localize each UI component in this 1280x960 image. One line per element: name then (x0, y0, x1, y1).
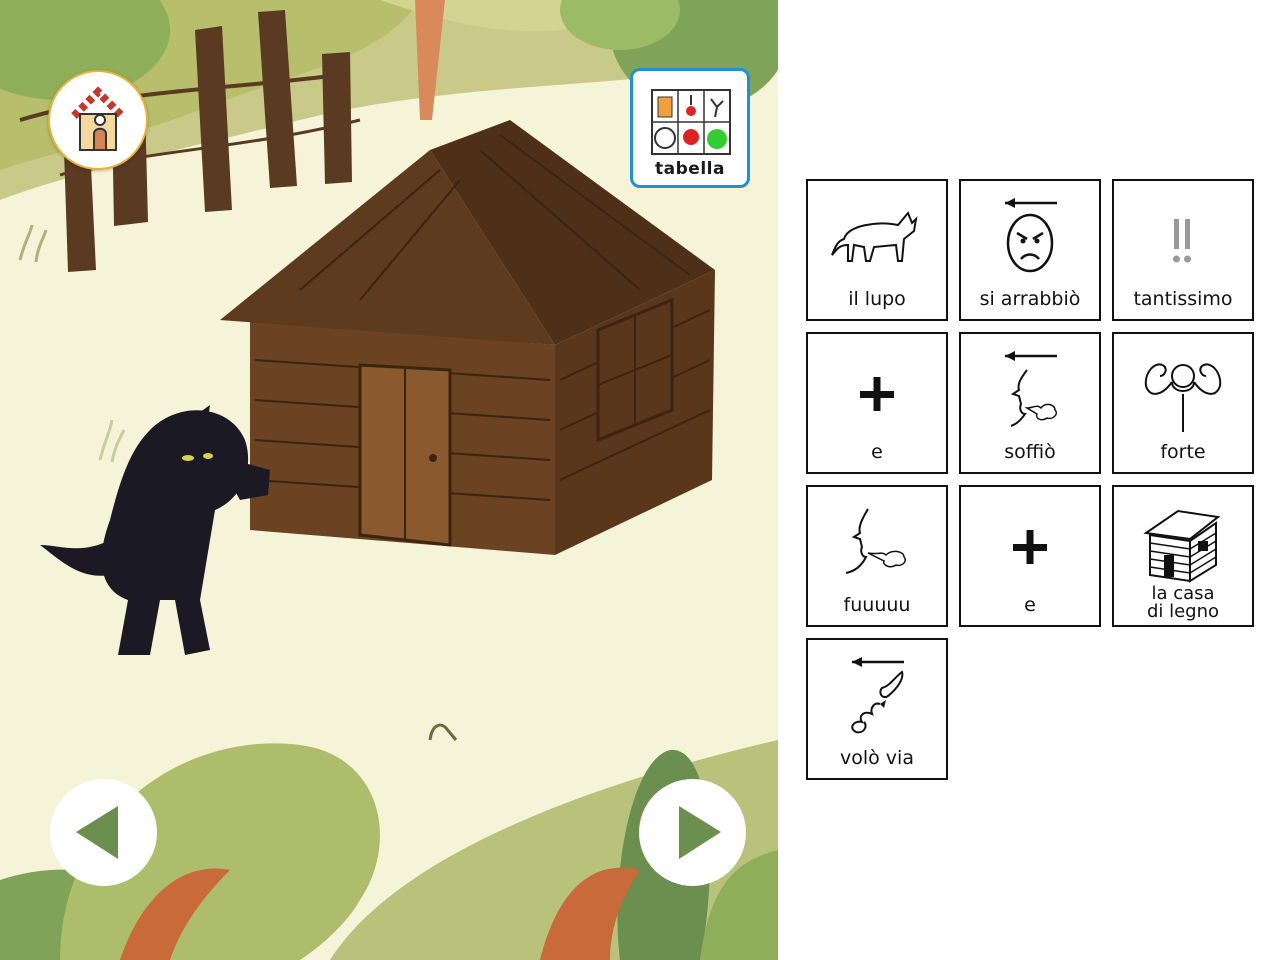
card-label: fuuuuu (843, 594, 911, 616)
plus-icon (1013, 530, 1047, 564)
triangle-right-icon (679, 806, 721, 859)
card-label: forte (1160, 441, 1206, 463)
card-volo-via[interactable]: volò via (806, 638, 948, 780)
symbol-board-icon (651, 89, 731, 155)
home-button[interactable] (48, 70, 148, 170)
card-label: volò via (840, 747, 914, 769)
flying-away-icon (851, 657, 904, 734)
card-e[interactable]: e (806, 332, 948, 474)
card-label: e (871, 441, 883, 463)
blowing-past-icon (1005, 351, 1058, 427)
card-il-lupo[interactable]: il lupo (806, 179, 948, 321)
card-forte[interactable]: forte (1112, 332, 1254, 474)
card-si-arrabbio[interactable]: si arrabbiò (959, 179, 1101, 321)
card-label: il lupo (848, 288, 906, 310)
triangle-left-icon (76, 806, 118, 859)
card-tantissimo[interactable]: tantissimo (1112, 179, 1254, 321)
card-fuuuuu[interactable]: fuuuuu (806, 485, 948, 627)
wooden-house-icon (1143, 509, 1221, 583)
strong-arms-icon (1144, 363, 1222, 432)
card-label: si arrabbiò (979, 288, 1081, 310)
tabella-label: tabella (655, 159, 725, 179)
card-label: soffiò (1004, 441, 1056, 463)
plus-icon (860, 377, 894, 411)
card-label: e (1024, 594, 1036, 616)
story-scene: tabella (0, 0, 778, 960)
card-label-line2: di legno (1146, 601, 1220, 622)
double-exclamation-icon (1173, 219, 1191, 263)
symbol-sentence-grid: il lupo si arrabbiò tantissimo e soffiò … (806, 179, 1256, 781)
card-la-casa-di-legno[interactable]: la casa di legno (1112, 485, 1254, 627)
card-e[interactable]: e (959, 485, 1101, 627)
wolf-icon (831, 211, 918, 262)
blowing-icon (845, 508, 907, 574)
next-page-button[interactable] (639, 779, 746, 886)
previous-page-button[interactable] (50, 779, 157, 886)
card-soffio[interactable]: soffiò (959, 332, 1101, 474)
card-label: la casa di legno (1114, 585, 1252, 621)
angry-face-icon (1005, 198, 1057, 273)
house-icon (71, 86, 125, 151)
card-label: tantissimo (1133, 288, 1233, 310)
tabella-button[interactable]: tabella (630, 68, 750, 188)
